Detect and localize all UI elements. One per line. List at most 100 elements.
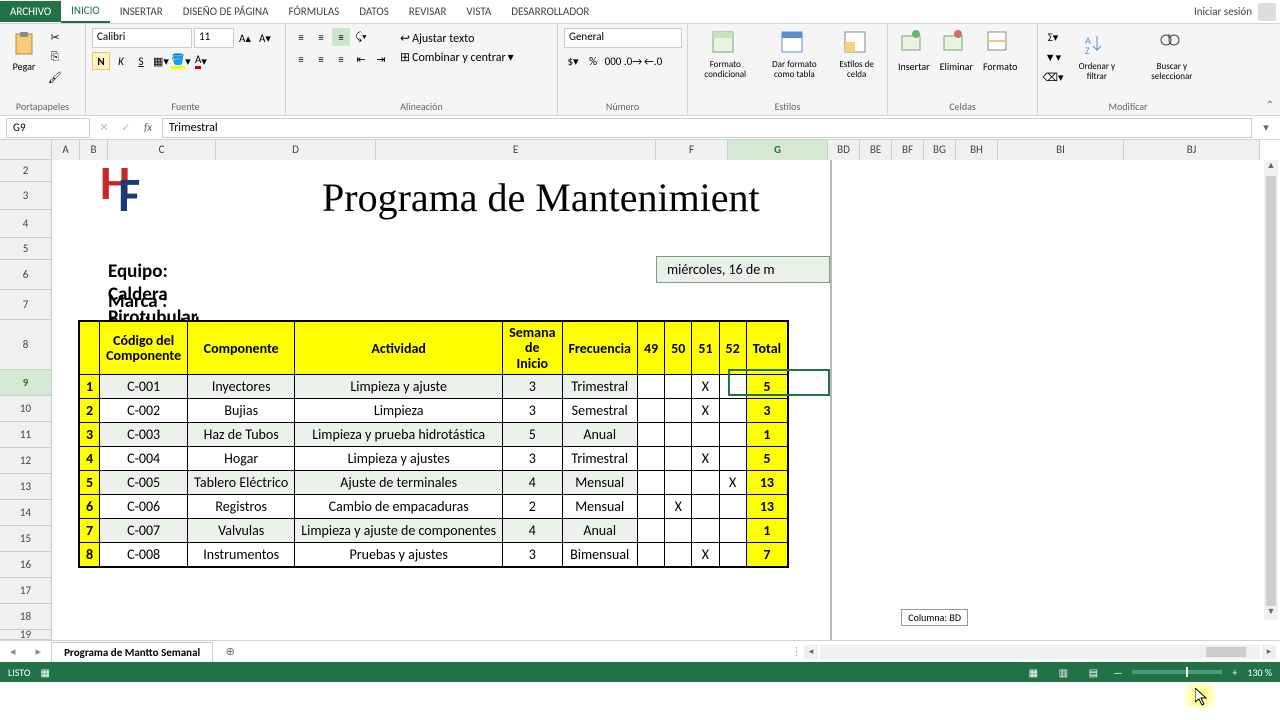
increase-font-button[interactable]: A▴ <box>236 29 254 47</box>
cell[interactable] <box>719 543 746 568</box>
autosum-button[interactable]: Σ▾ <box>1044 28 1062 46</box>
user-avatar-icon[interactable] <box>1258 3 1276 21</box>
tab-formulas[interactable]: FÓRMULAS <box>279 1 350 22</box>
zoom-slider[interactable] <box>1132 670 1222 674</box>
row-header-8[interactable]: 8 <box>0 320 52 370</box>
font-name-select[interactable]: Calibri <box>92 28 192 48</box>
cell[interactable]: Inyectores <box>188 375 295 399</box>
row-header-7[interactable]: 7 <box>0 290 52 320</box>
format-as-table-button[interactable]: Dar formato como tabla <box>759 28 831 82</box>
cell[interactable] <box>665 519 692 543</box>
cell[interactable]: Mensual <box>562 471 637 495</box>
column-header-BE[interactable]: BE <box>860 140 892 160</box>
formula-input[interactable]: Trimestral <box>162 118 1252 138</box>
table-row[interactable]: 8C-008InstrumentosPruebas y ajustes3Bime… <box>79 543 788 568</box>
cell[interactable]: Registros <box>188 495 295 519</box>
cell[interactable]: Instrumentos <box>188 543 295 568</box>
cell[interactable] <box>719 519 746 543</box>
row-header-2[interactable]: 2 <box>0 160 52 182</box>
cell[interactable] <box>637 447 664 471</box>
sheet-nav-next[interactable]: ▸ <box>26 645 52 658</box>
sort-filter-button[interactable]: AZOrdenar y filtrar <box>1064 30 1130 84</box>
cell[interactable]: 2 <box>503 495 562 519</box>
cancel-formula-button[interactable]: ✕ <box>96 121 112 134</box>
row-header-3[interactable]: 3 <box>0 182 52 210</box>
cell[interactable]: C-002 <box>100 399 188 423</box>
cell[interactable] <box>692 423 719 447</box>
maintenance-table[interactable]: Código del Componente Componente Activid… <box>78 320 789 568</box>
cell[interactable] <box>692 519 719 543</box>
bold-button[interactable]: N <box>92 52 110 70</box>
tab-file[interactable]: ARCHIVO <box>0 1 61 22</box>
comma-button[interactable]: 000 <box>604 52 622 70</box>
cell[interactable] <box>665 423 692 447</box>
cell[interactable]: Anual <box>562 519 637 543</box>
italic-button[interactable]: K <box>112 52 130 70</box>
align-middle-button[interactable]: ≡ <box>312 28 330 46</box>
name-box[interactable]: G9 <box>6 118 90 138</box>
row-header-11[interactable]: 11 <box>0 422 52 448</box>
cell[interactable]: Trimestral <box>562 447 637 471</box>
cell[interactable]: X <box>692 375 719 399</box>
cell[interactable]: Valvulas <box>188 519 295 543</box>
align-center-button[interactable]: ≡ <box>312 50 330 68</box>
cell[interactable]: Limpieza y ajuste de componentes <box>295 519 503 543</box>
cell[interactable]: 7 <box>746 543 788 568</box>
column-header-BJ[interactable]: BJ <box>1124 140 1260 160</box>
cell[interactable] <box>665 543 692 568</box>
row-header-9[interactable]: 9 <box>0 370 52 396</box>
cell[interactable]: Bujias <box>188 399 295 423</box>
tab-page-layout[interactable]: DISEÑO DE PÁGINA <box>173 1 279 22</box>
view-normal-button[interactable]: ▦ <box>1023 665 1043 679</box>
vertical-scroll-thumb[interactable] <box>1266 176 1276 606</box>
column-header-BF[interactable]: BF <box>892 140 924 160</box>
cell[interactable]: 3 <box>503 399 562 423</box>
cell[interactable] <box>637 375 664 399</box>
cell[interactable] <box>719 447 746 471</box>
format-cells-button[interactable]: Formato <box>979 28 1021 75</box>
column-header-D[interactable]: D <box>216 140 376 160</box>
cell[interactable]: Trimestral <box>562 375 637 399</box>
cell[interactable]: Limpieza y ajuste <box>295 375 503 399</box>
cell[interactable] <box>637 519 664 543</box>
row-header-18[interactable]: 18 <box>0 604 52 630</box>
zoom-level[interactable]: 130 % <box>1247 666 1272 679</box>
row-header-10[interactable]: 10 <box>0 396 52 422</box>
cell[interactable] <box>692 471 719 495</box>
cell[interactable] <box>665 375 692 399</box>
cell[interactable]: Semestral <box>562 399 637 423</box>
cell[interactable]: 5 <box>746 375 788 399</box>
date-box[interactable]: miércoles, 16 de m <box>656 256 830 283</box>
cut-button[interactable]: ✂ <box>46 28 64 46</box>
scroll-up-button[interactable]: ▲ <box>1264 160 1278 174</box>
cell[interactable]: X <box>719 471 746 495</box>
table-row[interactable]: 3C-003Haz de TubosLimpieza y prueba hidr… <box>79 423 788 447</box>
row-header-12[interactable]: 12 <box>0 448 52 474</box>
cell[interactable]: 3 <box>503 447 562 471</box>
cell[interactable]: 1 <box>79 375 100 399</box>
cell[interactable]: Limpieza y prueba hidrotástica <box>295 423 503 447</box>
cell[interactable] <box>665 399 692 423</box>
increase-decimal-button[interactable]: .0→ <box>624 52 642 70</box>
sheet-tab-active[interactable]: Programa de Mantto Semanal <box>51 642 213 662</box>
cell[interactable]: 5 <box>746 447 788 471</box>
cell[interactable] <box>719 495 746 519</box>
fx-button[interactable]: fx <box>140 121 156 134</box>
tab-view[interactable]: VISTA <box>456 1 501 22</box>
scroll-left-button[interactable]: ◂ <box>804 645 818 659</box>
cell[interactable]: 13 <box>746 471 788 495</box>
cell[interactable]: Bimensual <box>562 543 637 568</box>
orientation-button[interactable]: ⤹▾ <box>352 28 370 46</box>
table-row[interactable]: 6C-006RegistrosCambio de empacaduras2Men… <box>79 495 788 519</box>
table-row[interactable]: 4C-004HogarLimpieza y ajustes3Trimestral… <box>79 447 788 471</box>
column-header-E[interactable]: E <box>376 140 656 160</box>
paste-button[interactable]: Pegar <box>6 28 42 75</box>
row-header-5[interactable]: 5 <box>0 238 52 260</box>
decrease-decimal-button[interactable]: ←.0 <box>644 52 662 70</box>
column-header-A[interactable]: A <box>52 140 80 160</box>
align-right-button[interactable]: ≡ <box>332 50 350 68</box>
column-header-BI[interactable]: BI <box>998 140 1124 160</box>
sheet-nav-prev[interactable]: ◂ <box>0 645 26 658</box>
hscroll-track[interactable] <box>820 645 1260 659</box>
align-left-button[interactable]: ≡ <box>292 50 310 68</box>
